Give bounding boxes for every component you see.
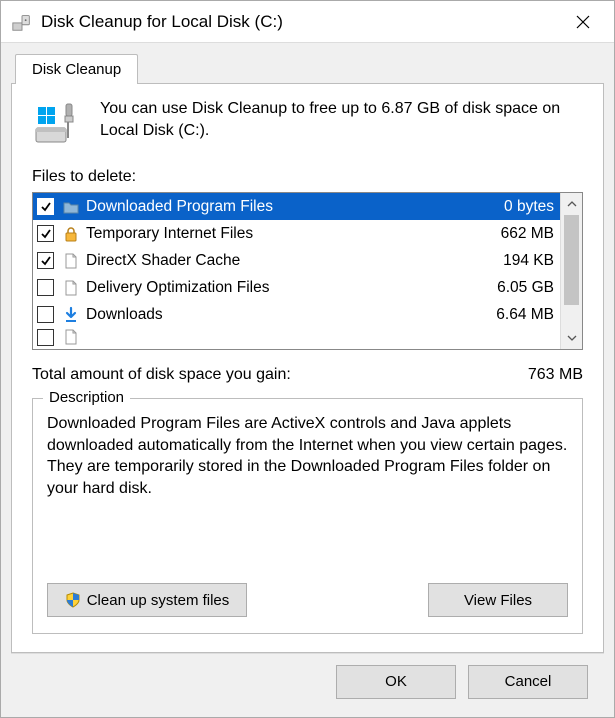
- disk-cleanup-window: Disk Cleanup for Local Disk (C:) Disk Cl…: [0, 0, 615, 718]
- file-icon: [62, 328, 80, 346]
- file-item-partial[interactable]: [33, 328, 560, 346]
- file-icon: [62, 279, 80, 297]
- tab-disk-cleanup[interactable]: Disk Cleanup: [15, 54, 138, 84]
- ok-label: OK: [385, 673, 407, 690]
- file-size: 662 MB: [501, 225, 554, 243]
- view-files-button[interactable]: View Files: [428, 583, 568, 617]
- file-checkbox[interactable]: [37, 279, 54, 296]
- cleanup-system-files-label: Clean up system files: [87, 592, 230, 609]
- file-item[interactable]: DirectX Shader Cache 194 KB: [33, 247, 560, 274]
- file-size: 6.64 MB: [496, 306, 554, 324]
- close-button[interactable]: [560, 2, 606, 42]
- intro-row: You can use Disk Cleanup to free up to 6…: [32, 98, 583, 150]
- file-checkbox[interactable]: [37, 306, 54, 323]
- file-size: 6.05 GB: [497, 279, 554, 297]
- file-item[interactable]: Temporary Internet Files 662 MB: [33, 220, 560, 247]
- scrollbar[interactable]: [560, 193, 582, 349]
- check-icon: [40, 201, 52, 213]
- folder-icon: [62, 198, 80, 216]
- file-name: DirectX Shader Cache: [86, 252, 495, 270]
- lock-icon: [62, 225, 80, 243]
- download-icon: [62, 306, 80, 324]
- check-icon: [40, 255, 52, 267]
- dialog-footer: OK Cancel: [11, 653, 604, 709]
- file-name: Delivery Optimization Files: [86, 279, 489, 297]
- cleanup-system-files-button[interactable]: Clean up system files: [47, 583, 247, 617]
- description-legend: Description: [43, 389, 130, 406]
- file-icon: [62, 252, 80, 270]
- file-checkbox[interactable]: [37, 329, 54, 346]
- file-name: Downloaded Program Files: [86, 198, 496, 216]
- file-size: 0 bytes: [504, 198, 554, 216]
- file-size: 194 KB: [503, 252, 554, 270]
- file-checkbox[interactable]: [37, 225, 54, 242]
- description-text: Downloaded Program Files are ActiveX con…: [47, 413, 568, 573]
- intro-text: You can use Disk Cleanup to free up to 6…: [100, 98, 583, 141]
- view-files-label: View Files: [464, 592, 532, 609]
- cancel-label: Cancel: [505, 673, 552, 690]
- file-checkbox[interactable]: [37, 198, 54, 215]
- file-checkbox[interactable]: [37, 252, 54, 269]
- files-list[interactable]: Downloaded Program Files 0 bytes Tempora…: [33, 193, 560, 349]
- file-name: Downloads: [86, 306, 488, 324]
- file-item[interactable]: Delivery Optimization Files 6.05 GB: [33, 274, 560, 301]
- files-to-delete-label: Files to delete:: [32, 168, 583, 186]
- total-row: Total amount of disk space you gain: 763…: [32, 366, 583, 384]
- total-label: Total amount of disk space you gain:: [32, 366, 528, 384]
- shield-icon: [65, 592, 81, 608]
- titlebar: Disk Cleanup for Local Disk (C:): [1, 1, 614, 43]
- ok-button[interactable]: OK: [336, 665, 456, 699]
- window-title: Disk Cleanup for Local Disk (C:): [41, 12, 560, 32]
- file-item[interactable]: Downloaded Program Files 0 bytes: [33, 193, 560, 220]
- file-item[interactable]: Downloads 6.64 MB: [33, 301, 560, 328]
- disk-cleanup-icon: [11, 11, 33, 33]
- scroll-thumb[interactable]: [564, 215, 579, 305]
- description-group: Description Downloaded Program Files are…: [32, 398, 583, 634]
- file-name: Temporary Internet Files: [86, 225, 493, 243]
- scroll-track[interactable]: [561, 305, 582, 327]
- cancel-button[interactable]: Cancel: [468, 665, 588, 699]
- client-area: Disk Cleanup: [1, 43, 614, 717]
- total-value: 763 MB: [528, 366, 583, 384]
- scroll-up-button[interactable]: [561, 193, 582, 215]
- check-icon: [40, 228, 52, 240]
- scroll-down-button[interactable]: [561, 327, 582, 349]
- tab-strip: Disk Cleanup: [15, 53, 604, 83]
- disk-cleanup-large-icon: [32, 98, 84, 150]
- files-list-box: Downloaded Program Files 0 bytes Tempora…: [32, 192, 583, 350]
- tab-body: You can use Disk Cleanup to free up to 6…: [11, 83, 604, 653]
